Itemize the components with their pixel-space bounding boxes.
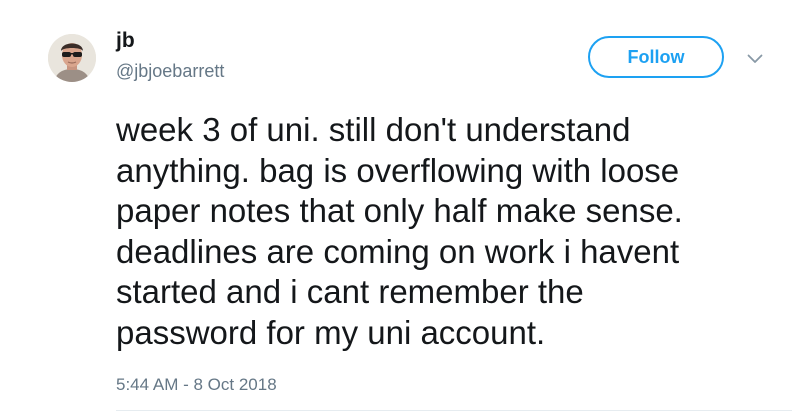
tweet-text-line: anything. bag is overflowing with loose [116, 151, 680, 189]
tweet-text-line: week 3 of uni. still don't understand [116, 111, 631, 148]
tweet-text-line: started and i cant remember the [116, 273, 584, 310]
tweet-text: week 3 of uni. still don't understand an… [116, 110, 766, 353]
tweet-text-line: paper notes that only half make sense. [116, 192, 683, 229]
tweet-timestamp[interactable]: 5:44 AM - 8 Oct 2018 [116, 374, 277, 396]
tweet-text-line: deadlines are coming on work i havent [116, 232, 680, 270]
username[interactable]: @jbjoebarrett [116, 60, 224, 82]
avatar[interactable] [48, 34, 96, 82]
more-options-button[interactable] [744, 48, 766, 70]
divider [116, 410, 792, 411]
display-name[interactable]: jb [116, 28, 135, 54]
chevron-down-icon [747, 54, 763, 63]
tweet-text-line: password for my uni account. [116, 313, 546, 351]
tweet-card: jb @jbjoebarrett Follow week 3 of uni. s… [0, 0, 792, 416]
follow-button[interactable]: Follow [588, 36, 724, 78]
avatar-photo [48, 34, 96, 82]
